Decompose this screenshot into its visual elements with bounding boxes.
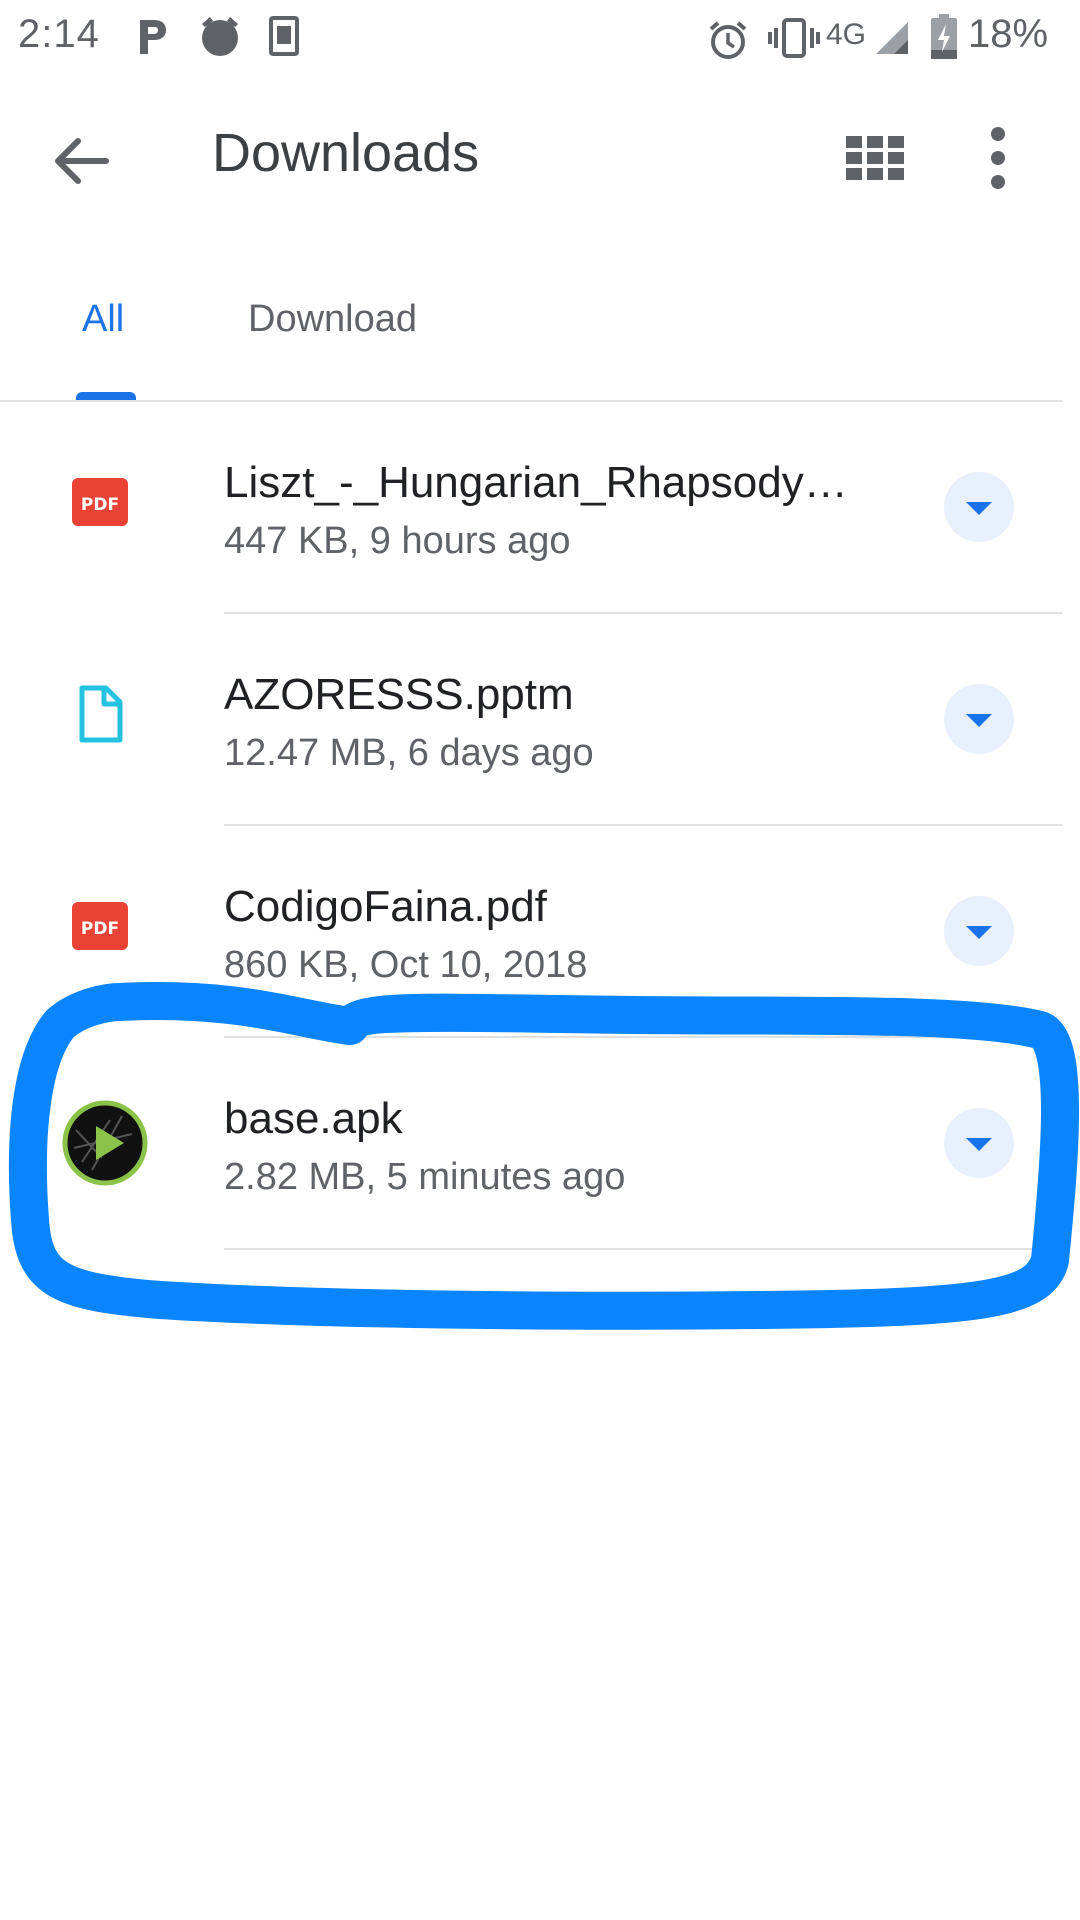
more-vert-icon[interactable] xyxy=(970,120,1026,196)
alarm-icon xyxy=(709,21,747,59)
file-meta: 447 KB, 9 hours ago xyxy=(224,520,571,562)
pdf-badge-text: PDF xyxy=(81,495,119,515)
pdf-badge-text: PDF xyxy=(81,919,119,939)
alarm-notification-icon xyxy=(202,17,238,56)
page-title: Downloads xyxy=(212,123,480,183)
app-bar: Downloads xyxy=(0,80,1080,230)
caret-down-icon xyxy=(966,926,992,939)
tab-download[interactable]: Download xyxy=(248,298,417,341)
status-bar: 2:14 4G 18% xyxy=(0,0,1080,80)
file-meta: 2.82 MB, 5 minutes ago xyxy=(224,1156,626,1198)
grid-view-icon[interactable] xyxy=(842,124,908,190)
file-meta: 860 KB, Oct 10, 2018 xyxy=(224,944,588,986)
tab-bar: All Download xyxy=(0,270,1062,402)
file-name: base.apk xyxy=(224,1094,403,1143)
document-icon xyxy=(79,685,123,743)
list-item[interactable]: AZORESSS.pptm 12.47 MB, 6 days ago xyxy=(0,614,1062,826)
list-item[interactable]: PDF Liszt_-_Hungarian_Rhapsody… 447 KB, … xyxy=(0,402,1062,614)
pdf-icon: PDF xyxy=(72,902,128,950)
row-divider xyxy=(224,1248,1062,1250)
file-name: CodigoFaina.pdf xyxy=(224,882,547,931)
tab-indicator xyxy=(76,392,136,400)
list-item[interactable]: PDF CodigoFaina.pdf 860 KB, Oct 10, 2018 xyxy=(0,826,1062,1038)
file-name: AZORESSS.pptm xyxy=(224,670,574,719)
file-name: Liszt_-_Hungarian_Rhapsody… xyxy=(224,458,848,507)
file-menu-button[interactable] xyxy=(944,896,1014,966)
caret-down-icon xyxy=(966,502,992,515)
signal-icon xyxy=(876,22,908,54)
k-app-notification-icon xyxy=(269,16,299,56)
list-item[interactable]: base.apk 2.82 MB, 5 minutes ago xyxy=(0,1038,1062,1250)
caret-down-icon xyxy=(966,1138,992,1151)
battery-percentage: 18% xyxy=(968,12,1049,56)
parking-notification-icon xyxy=(140,20,166,54)
tab-all[interactable]: All xyxy=(82,298,124,341)
pdf-icon: PDF xyxy=(72,478,128,526)
file-menu-button[interactable] xyxy=(944,684,1014,754)
battery-charging-icon xyxy=(931,14,957,59)
status-time: 2:14 xyxy=(18,12,100,56)
file-list: PDF Liszt_-_Hungarian_Rhapsody… 447 KB, … xyxy=(0,402,1062,1250)
file-meta: 12.47 MB, 6 days ago xyxy=(224,732,594,774)
network-type: 4G xyxy=(826,18,867,51)
back-arrow-icon[interactable] xyxy=(44,124,118,198)
caret-down-icon xyxy=(966,714,992,727)
file-menu-button[interactable] xyxy=(944,472,1014,542)
apk-app-icon xyxy=(62,1100,148,1186)
vibrate-icon xyxy=(768,18,820,58)
file-menu-button[interactable] xyxy=(944,1108,1014,1178)
